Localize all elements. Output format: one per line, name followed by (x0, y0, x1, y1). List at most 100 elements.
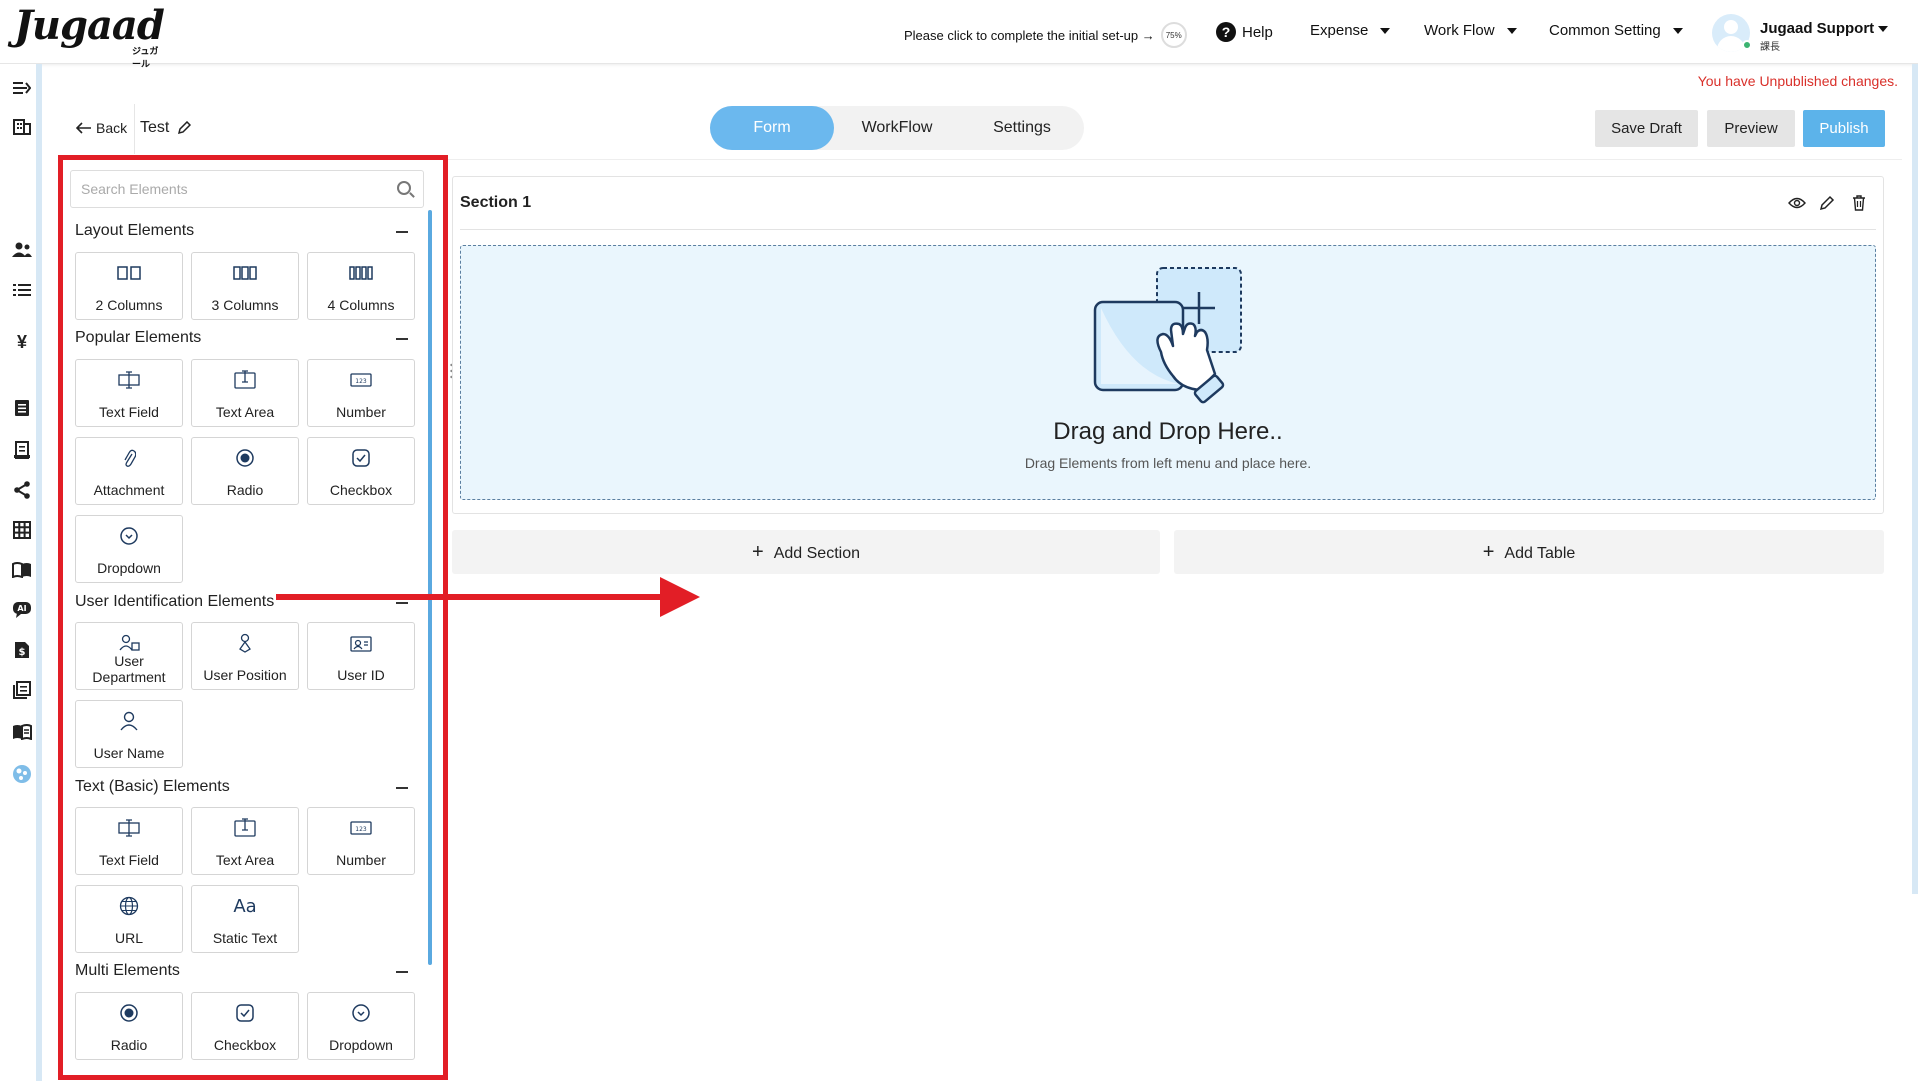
invoice-icon[interactable]: $ (12, 640, 32, 660)
tile-user-id[interactable]: User ID (307, 622, 415, 690)
tile-label: User Position (203, 667, 287, 683)
pencil-icon[interactable] (1818, 194, 1836, 212)
tile-label: Radio (226, 482, 264, 498)
building-icon[interactable] (12, 116, 32, 136)
drop-zone-subtitle: Drag Elements from left menu and place h… (1024, 455, 1312, 471)
tile-label: Radio (110, 1037, 148, 1053)
tile-text-area[interactable]: Text Area (191, 807, 299, 875)
user-menu-chevron-icon[interactable] (1878, 26, 1888, 32)
chevron-down-icon (1380, 27, 1391, 34)
id-card-icon (308, 631, 414, 655)
save-draft-button[interactable]: Save Draft (1595, 110, 1698, 147)
tile-number[interactable]: 123 Number (307, 359, 415, 427)
font-aa-icon: Aa (233, 895, 257, 917)
add-section-label: Add Section (773, 545, 860, 562)
grid-icon[interactable] (12, 520, 32, 540)
tile-user-name[interactable]: User Name (75, 700, 183, 768)
tab-settings[interactable]: Settings (960, 106, 1084, 150)
tile-label: Text Area (215, 852, 275, 868)
form-title[interactable]: Test (140, 119, 192, 137)
tile-static-text[interactable]: Aa Static Text (191, 885, 299, 953)
unpublished-notice: You have Unpublished changes. (1697, 73, 1898, 89)
tile-label: User Name (93, 745, 165, 761)
chevron-down-icon (1506, 27, 1517, 34)
list-icon[interactable] (12, 280, 32, 300)
annotation-arrow-line (276, 594, 666, 600)
drop-zone-title: Drag and Drop Here.. (1053, 418, 1283, 445)
menu-expand-icon[interactable] (12, 78, 32, 98)
builder-tabs: Form WorkFlow Settings (710, 106, 1084, 150)
tab-form[interactable]: Form (710, 106, 834, 150)
add-table-button[interactable]: + Add Table (1174, 530, 1884, 574)
setup-prompt[interactable]: Please click to complete the initial set… (904, 22, 1187, 48)
app-logo[interactable]: Jugaad ジュガール (14, 6, 165, 70)
yen-icon[interactable]: ¥ (12, 332, 32, 352)
tile-label: URL (114, 930, 143, 946)
checkbox-icon (308, 446, 414, 470)
tab-workflow[interactable]: WorkFlow (834, 106, 960, 150)
tile-dropdown[interactable]: Dropdown (75, 515, 183, 583)
tile-text-area[interactable]: Text Area (191, 359, 299, 427)
text-area-icon (192, 368, 298, 392)
page-scrollbar[interactable] (1912, 64, 1918, 894)
tile-4-columns[interactable]: 4 Columns (307, 252, 415, 320)
share-icon[interactable] (12, 480, 32, 500)
collapse-icon[interactable] (396, 971, 408, 973)
palette-scrollbar[interactable] (428, 210, 432, 965)
search-icon[interactable] (397, 181, 411, 195)
user-role: 課長 (1760, 42, 1780, 53)
pencil-icon (178, 121, 192, 135)
users-icon[interactable] (12, 240, 32, 260)
tile-dropdown[interactable]: Dropdown (307, 992, 415, 1060)
nav-help[interactable]: ? Help (1216, 22, 1273, 42)
ai-chat-icon[interactable]: AI (12, 600, 32, 620)
tile-user-position[interactable]: User Position (191, 622, 299, 690)
publish-button[interactable]: Publish (1803, 110, 1885, 147)
tile-text-field[interactable]: Text Field (75, 807, 183, 875)
search-input[interactable] (71, 171, 381, 207)
text-area-icon (192, 816, 298, 840)
chevron-down-icon (1672, 27, 1683, 34)
left-sidebar: ¥ AI $ (0, 64, 42, 1081)
tile-label: Text Area (215, 404, 275, 420)
tile-checkbox[interactable]: Checkbox (191, 992, 299, 1060)
plus-icon: + (752, 541, 764, 563)
tile-radio[interactable]: Radio (191, 437, 299, 505)
document-icon[interactable] (12, 398, 32, 418)
reports-icon[interactable] (12, 680, 32, 700)
svg-text:$: $ (19, 647, 26, 658)
manual-icon[interactable] (12, 722, 32, 742)
group-title-popular: Popular Elements (75, 329, 202, 346)
add-section-button[interactable]: + Add Section (452, 530, 1160, 574)
columns-2-icon (76, 261, 182, 285)
trash-icon[interactable] (1850, 194, 1868, 212)
tile-url[interactable]: URL (75, 885, 183, 953)
collapse-icon[interactable] (396, 231, 408, 233)
collapse-icon[interactable] (396, 338, 408, 340)
dropdown-icon (76, 524, 182, 548)
tile-text-field[interactable]: Text Field (75, 359, 183, 427)
nav-common-setting[interactable]: Common Setting (1549, 22, 1683, 39)
book-open-icon[interactable] (12, 560, 32, 580)
receipt-icon[interactable] (12, 440, 32, 460)
back-label: Back (96, 120, 128, 136)
nav-workflow[interactable]: Work Flow (1424, 22, 1517, 39)
tile-attachment[interactable]: Attachment (75, 437, 183, 505)
nav-expense-label: Expense (1310, 22, 1369, 39)
tile-user-department[interactable]: User Department (75, 622, 183, 690)
nav-expense[interactable]: Expense (1310, 22, 1391, 39)
columns-3-icon (192, 261, 298, 285)
globe-icon[interactable] (12, 764, 32, 784)
collapse-icon[interactable] (396, 787, 408, 789)
section-title: Section 1 (460, 194, 532, 211)
tile-radio[interactable]: Radio (75, 992, 183, 1060)
collapse-icon[interactable] (396, 602, 408, 604)
tile-number[interactable]: 123 Number (307, 807, 415, 875)
tile-checkbox[interactable]: Checkbox (307, 437, 415, 505)
tile-3-columns[interactable]: 3 Columns (191, 252, 299, 320)
tile-2-columns[interactable]: 2 Columns (75, 252, 183, 320)
preview-button[interactable]: Preview (1707, 110, 1795, 147)
back-button[interactable]: Back (76, 120, 127, 136)
user-name[interactable]: Jugaad Support (1760, 20, 1874, 37)
eye-icon[interactable] (1788, 194, 1806, 212)
